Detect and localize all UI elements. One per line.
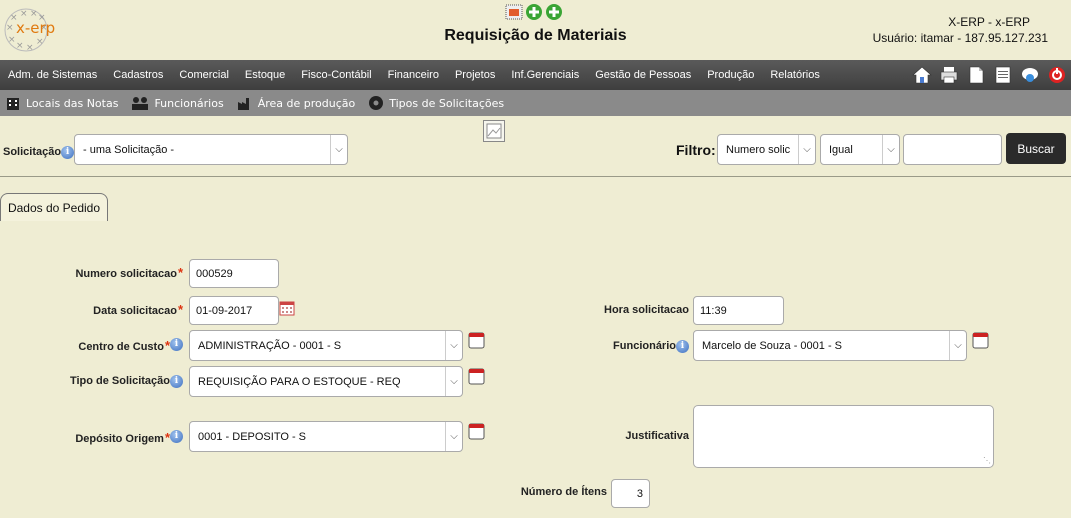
menu-item-comercial[interactable]: Comercial (171, 69, 237, 81)
deposito-origem-select[interactable]: 0001 - DEPOSITO - S ⌵ (189, 421, 463, 452)
submenu-label: Área de produção (257, 96, 356, 110)
justificativa-label: Justificativa (625, 430, 689, 442)
hora-solicitacao-label: Hora solicitacao (604, 304, 689, 316)
filtro-operator-value: Igual (829, 143, 853, 156)
info-icon[interactable]: i (170, 430, 183, 443)
numero-itens-input[interactable]: 3 (611, 479, 650, 508)
chevron-down-icon: ⌵ (798, 135, 815, 164)
people-icon (132, 97, 149, 110)
filter-bar: Solicitação i - uma Solicitação - ⌵ Filtr… (0, 116, 1071, 177)
submenu-item-funcionarios[interactable]: Funcionários (131, 95, 224, 111)
menu-item-projetos[interactable]: Projetos (447, 69, 503, 81)
chevron-down-icon: ⌵ (949, 331, 966, 360)
info-icon[interactable]: i (61, 146, 75, 159)
justificativa-textarea[interactable]: ⋱ (693, 405, 994, 468)
centro-custo-label: Centro de Custo* i (78, 338, 183, 353)
deposito-origem-value: 0001 - DEPOSITO - S (198, 430, 307, 443)
centro-custo-value: ADMINISTRAÇÃO - 0001 - S (198, 339, 342, 352)
top-actions (505, 3, 563, 21)
menu-item-relatorios[interactable]: Relatórios (762, 69, 828, 81)
buscar-button[interactable]: Buscar (1006, 133, 1066, 164)
chevron-down-icon: ⌵ (882, 135, 899, 164)
funcionario-label: Funcionário i (613, 340, 689, 353)
funcionario-value: Marcelo de Souza - 0001 - S (702, 339, 843, 352)
gear-icon (369, 96, 384, 110)
submenu-item-area-producao[interactable]: Área de produção (237, 95, 356, 111)
report-pdf-icon[interactable] (505, 3, 523, 21)
chevron-down-icon: ⌵ (330, 135, 347, 164)
numero-solicitacao-input[interactable]: 000529 (189, 259, 279, 288)
hora-solicitacao-input[interactable]: 11:39 (693, 296, 784, 325)
solicitacao-label: Solicitação i (3, 146, 75, 159)
print-icon[interactable] (939, 65, 959, 85)
menu-item-financeiro[interactable]: Financeiro (380, 69, 447, 81)
open-record-icon[interactable] (468, 332, 485, 349)
resize-handle-icon[interactable]: ⋱ (983, 456, 991, 465)
menu-item-cadastros[interactable]: Cadastros (105, 69, 171, 81)
report-icon[interactable] (993, 65, 1013, 85)
menu-item-inf-gerenciais[interactable]: Inf.Gerenciais (503, 69, 587, 81)
info-icon[interactable]: i (170, 338, 183, 351)
submenu-item-locais-notas[interactable]: Locais das Notas (5, 95, 118, 111)
add-item-icon[interactable] (545, 3, 563, 21)
tab-dados-pedido[interactable]: Dados do Pedido (0, 193, 108, 221)
submenu-label: Funcionários (154, 96, 224, 110)
funcionario-select[interactable]: Marcelo de Souza - 0001 - S ⌵ (693, 330, 967, 361)
chevron-down-icon: ⌵ (445, 331, 462, 360)
open-record-icon[interactable] (468, 368, 485, 385)
factory-icon (237, 98, 249, 110)
tipo-solicitacao-value: REQUISIÇÃO PARA O ESTOQUE - REQ (198, 375, 401, 388)
solicitacao-select-value: - uma Solicitação - (83, 143, 175, 156)
menu-item-fisco-contabil[interactable]: Fisco-Contábil (293, 69, 379, 81)
numero-itens-label: Número de Ítens (520, 486, 607, 498)
submenu-item-tipos-solicitacoes[interactable]: Tipos de Solicitações (368, 95, 504, 111)
data-solicitacao-label: Data solicitacao* (93, 302, 183, 317)
svg-text:×: × (30, 9, 38, 19)
document-icon[interactable] (966, 65, 986, 85)
logout-icon[interactable] (1047, 65, 1067, 85)
building-icon (7, 98, 19, 110)
image-placeholder-icon[interactable] (483, 120, 505, 142)
svg-text:×: × (20, 9, 28, 19)
numero-solicitacao-label: Numero solicitacao* (75, 265, 183, 280)
filtro-label: Filtro: (676, 142, 716, 158)
filtro-operator-select[interactable]: Igual ⌵ (820, 134, 900, 165)
chat-icon[interactable] (1020, 65, 1040, 85)
calendar-icon[interactable] (279, 300, 295, 316)
tipo-solicitacao-label: Tipo de Solicitação i (70, 375, 183, 388)
solicitacao-select[interactable]: - uma Solicitação - ⌵ (74, 134, 348, 165)
add-icon[interactable] (525, 3, 543, 21)
header: × × × × × × × × × × x-erp Requisição de Materia… (0, 0, 1071, 60)
menu-item-estoque[interactable]: Estoque (237, 69, 293, 81)
chevron-down-icon: ⌵ (445, 422, 462, 451)
deposito-origem-label: Depósito Origem* i (75, 430, 183, 445)
open-record-icon[interactable] (468, 423, 485, 440)
menu-item-adm-sistemas[interactable]: Adm. de Sistemas (0, 69, 105, 81)
submenu-label: Tipos de Solicitações (389, 96, 505, 110)
sub-menu: Locais das Notas Funcionários Área de pr… (0, 90, 1071, 116)
filtro-value-input[interactable] (903, 134, 1002, 165)
menu-item-gestao-pessoas[interactable]: Gestão de Pessoas (587, 69, 699, 81)
chevron-down-icon: ⌵ (445, 367, 462, 396)
centro-custo-select[interactable]: ADMINISTRAÇÃO - 0001 - S ⌵ (189, 330, 463, 361)
user-info: Usuário: itamar - 187.95.127.231 (872, 31, 1048, 45)
main-menu: Adm. de Sistemas Cadastros Comercial Est… (0, 60, 1071, 90)
filtro-field-select[interactable]: Numero solic ⌵ (717, 134, 816, 165)
tipo-solicitacao-select[interactable]: REQUISIÇÃO PARA O ESTOQUE - REQ ⌵ (189, 366, 463, 397)
filtro-field-value: Numero solic (726, 143, 791, 156)
open-record-icon[interactable] (972, 332, 989, 349)
submenu-label: Locais das Notas (26, 96, 119, 110)
app-name: X-ERP - x-ERP (948, 15, 1030, 29)
info-icon[interactable]: i (170, 375, 183, 388)
home-icon[interactable] (912, 65, 932, 85)
menu-item-producao[interactable]: Produção (699, 69, 762, 81)
data-solicitacao-input[interactable]: 01-09-2017 (189, 296, 279, 325)
info-icon[interactable]: i (676, 340, 689, 353)
